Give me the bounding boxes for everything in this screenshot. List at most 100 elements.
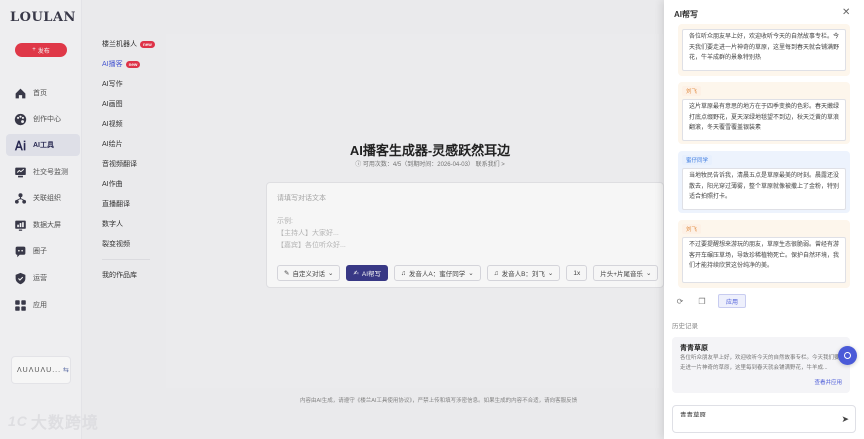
custom-dialog-button[interactable]: ✎ 自定义对话 ⌄ <box>277 265 341 281</box>
voice-b-select[interactable]: ♫ 发音人B：刘飞 ⌄ <box>486 265 561 281</box>
submenu-item-live-translate[interactable]: 直播翻译 <box>83 194 165 214</box>
prompt-input-box[interactable]: ➤ <box>672 405 856 433</box>
message-text[interactable]: 这片草原最有意思的地方在于四季变换的色彩。春天嫩绿打底点缀野花，夏天深绿地毯望不… <box>682 99 846 141</box>
info-icon: ⓘ <box>355 162 363 168</box>
send-icon[interactable]: ➤ <box>841 414 849 425</box>
left-nav: LOULAN + 发布 首页 创作中心 AI工具 社交号监测 关联组织 数据大屏… <box>0 0 82 439</box>
copy-icon[interactable]: ❐ <box>696 295 708 307</box>
app-logo[interactable]: LOULAN <box>10 10 76 25</box>
close-icon[interactable]: ✕ <box>842 7 850 18</box>
select-value: 发音人B：刘飞 <box>501 271 545 278</box>
user-card[interactable]: ΛUΛUΛU... ⇆ <box>11 356 71 384</box>
plus-icon: + <box>32 47 36 53</box>
speaker-label: 刘飞 <box>682 224 702 234</box>
nav-item-label: 社交号监测 <box>33 169 68 176</box>
dashboard-icon <box>14 219 27 232</box>
history-card[interactable]: 青青草原 各位听众朋友早上好，欢迎收听今天的自然故事专栏。今天我们要走进一片神奇… <box>672 337 850 393</box>
chevron-down-icon: ⌄ <box>468 270 474 277</box>
chevron-down-icon: ⌄ <box>547 270 554 277</box>
dialog-editor[interactable]: 请填写对话文本 示例: 【主持人】大家好... 【嘉宾】各位听众好... ✎ 自定… <box>266 182 664 288</box>
view-apply-link[interactable]: 查看并应用 <box>814 378 842 386</box>
voice-a-select[interactable]: ♫ 发音人A：蜜仔同学 ⌄ <box>394 265 481 281</box>
nav-item-label: 创作中心 <box>33 116 61 123</box>
nav-item-label: 关联组织 <box>33 195 61 202</box>
ai-help-button[interactable]: ✍ AI帮写 <box>346 265 389 281</box>
submenu-item-works[interactable]: 我的作品库 <box>83 265 165 285</box>
nav-item-label: 数据大屏 <box>33 222 61 229</box>
drawer-actions: ⟳ ❐ 应用 <box>674 294 746 308</box>
select-value: 发音人A：蜜仔同学 <box>408 271 466 278</box>
editor-placeholder: 请填写对话文本 <box>277 195 326 202</box>
refresh-icon[interactable]: ⟳ <box>674 295 686 307</box>
submenu-item-label: 我的作品库 <box>102 272 137 279</box>
publish-button[interactable]: + 发布 <box>15 43 67 57</box>
nav-item-circle[interactable]: 圈子 <box>14 240 78 262</box>
submenu-item-compose[interactable]: AI作曲 <box>83 174 165 194</box>
nav-item-home[interactable]: 首页 <box>14 82 78 104</box>
nav-item-label: 应用 <box>33 302 47 309</box>
publish-label: 发布 <box>37 48 50 55</box>
submenu-item-writing[interactable]: AI写作 <box>83 74 165 94</box>
headset-icon: ♫ <box>401 269 406 277</box>
submenu-item-label: AI播客 <box>102 61 123 68</box>
new-badge: new <box>140 40 155 48</box>
edit-icon: ✎ <box>284 270 290 277</box>
example-line: 示例: <box>277 218 293 225</box>
ai-help-drawer: AI帮写 ✕ 各位听众朋友早上好，欢迎收听今天的自然故事专栏。今天我们要走进一片… <box>664 0 864 439</box>
submenu-item-label: AI作曲 <box>102 181 123 188</box>
nav-item-creator[interactable]: 创作中心 <box>14 108 78 130</box>
button-label: 自定义对话 <box>292 271 325 278</box>
nav-item-ops[interactable]: 运营 <box>14 267 78 289</box>
nav-item-label: 圈子 <box>33 248 47 255</box>
message-text[interactable]: 当地牧民告诉我，清晨五点是草原最美的时刻。晨露还没散去，阳光穿过薄雾，整个草原就… <box>682 168 846 210</box>
nav-item-apps[interactable]: 应用 <box>14 294 78 316</box>
shield-icon <box>14 272 27 285</box>
submenu-item-robot[interactable]: 楼兰机器人 new <box>83 34 165 54</box>
submenu-item-drawing[interactable]: AI画图 <box>83 94 165 114</box>
speaker-label: 刘飞 <box>682 86 702 96</box>
submenu-item-label: 直播翻译 <box>102 201 130 208</box>
submenu-item-label: AI视频 <box>102 121 123 128</box>
user-name: ΛUΛUΛU... <box>17 366 62 374</box>
submenu-item-label: AI画图 <box>102 101 123 108</box>
example-line: 【主持人】大家好... <box>277 230 339 237</box>
prompt-input[interactable] <box>680 410 830 417</box>
history-label: 历史记录 <box>672 323 698 330</box>
chevron-down-icon: ⌄ <box>327 270 334 277</box>
submenu-item-label: AI写作 <box>102 81 123 88</box>
nav-item-label: 运营 <box>33 275 47 282</box>
history-desc: 各位听众朋友早上好，欢迎收听今天的自然故事专栏。今天我们要走进一片神奇的草原，这… <box>680 355 840 371</box>
speaker-label: 蜜仔同学 <box>682 155 713 165</box>
message-text[interactable]: 各位听众朋友早上好，欢迎收听今天的自然故事专栏。今天我们要走进一片神奇的草原，这… <box>682 29 846 71</box>
assistant-float-button[interactable] <box>838 346 857 365</box>
select-value: 片头+片尾音乐 <box>600 271 644 278</box>
submenu-item-video[interactable]: AI视频 <box>83 114 165 134</box>
usage-text: 可用次数：4/5（到期时间：2026-04-03） 联系我们 > <box>362 162 505 168</box>
example-line: 【嘉宾】各位听众好... <box>277 242 346 249</box>
circle-icon <box>14 245 27 258</box>
speed-select[interactable]: 1x <box>566 265 588 281</box>
apply-button[interactable]: 应用 <box>718 294 746 308</box>
submenu-item-podcast[interactable]: AI播客 new <box>83 54 165 74</box>
palette-icon <box>14 113 27 126</box>
headset-icon: ♫ <box>493 269 499 277</box>
assistant-icon <box>844 352 851 359</box>
submenu-item-label: 楼兰机器人 <box>102 41 137 48</box>
submenu-divider <box>102 259 150 260</box>
watermark-logo: 1C <box>8 413 28 429</box>
chevron-down-icon: ⌄ <box>646 270 652 277</box>
message-text[interactable]: 不过要提醒想来游玩的朋友，草原生态很脆弱。曾经有游客开车碾压草场，导致珍稀植物死… <box>682 237 846 283</box>
submenu-item-digital-human[interactable]: 数字人 <box>83 214 165 234</box>
message-card: 各位听众朋友早上好，欢迎收听今天的自然故事专栏。今天我们要走进一片神奇的草原，这… <box>678 24 850 76</box>
submenu-item-label: 裂变视频 <box>102 241 130 248</box>
home-icon <box>14 87 27 100</box>
submenu-item-fission-video[interactable]: 裂变视频 <box>83 234 165 254</box>
editor-toolbar: ✎ 自定义对话 ⌄ ✍ AI帮写 ♫ 发音人A：蜜仔同学 ⌄ ♫ 发音人B：刘飞 ⌄ 1x 片… <box>277 265 659 281</box>
nav-item-dashboard[interactable]: 数据大屏 <box>14 214 78 236</box>
pen-icon: ✍ <box>353 270 359 277</box>
nav-item-org[interactable]: 关联组织 <box>14 187 78 209</box>
music-select[interactable]: 片头+片尾音乐 ⌄ <box>593 265 659 281</box>
org-icon <box>14 192 27 205</box>
history-title: 青青草原 <box>680 345 708 352</box>
submenu-item-label: 数字人 <box>102 221 123 228</box>
